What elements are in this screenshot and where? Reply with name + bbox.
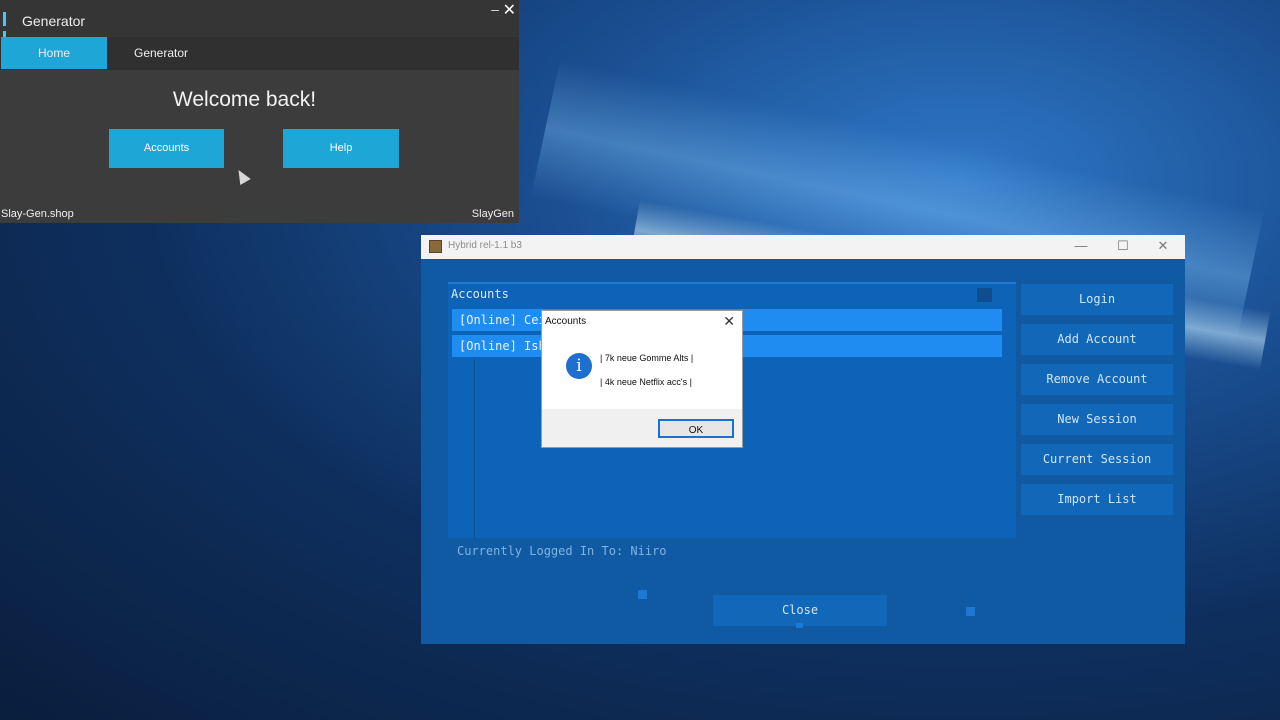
close-button[interactable]: ✕ [503,0,516,20]
dialog-title: Accounts [545,316,587,327]
footer-brand: SlayGen [471,208,514,220]
generator-nav: Home Generator [0,37,519,70]
hybrid-window: Hybrid rel-1.1 b3 — ☐ ✕ Accounts [Online… [421,235,1185,644]
hybrid-window-title: Hybrid rel-1.1 b3 [448,240,522,251]
remove-account-button[interactable]: Remove Account [1021,364,1173,395]
current-session-button[interactable]: Current Session [1021,444,1173,475]
dialog-message-line: | 7k neue Gomme Alts | [600,353,694,363]
footer-site-link[interactable]: Slay-Gen.shop [1,208,74,220]
maximize-button[interactable]: ☐ [1113,238,1133,254]
generator-window-title: Generator [22,13,86,29]
generator-logo-icon [3,12,13,45]
tab-home[interactable]: Home [1,37,107,69]
accounts-button[interactable]: Accounts [109,129,224,168]
close-button[interactable]: ✕ [1153,238,1173,254]
dialog-body: i | 7k neue Gomme Alts | | 4k neue Netfl… [542,333,742,409]
mouse-cursor-icon [233,166,251,186]
minecraft-block-icon [429,240,442,253]
dialog-close-button[interactable]: ✕ [723,313,735,330]
minimize-button[interactable]: — [1071,238,1091,253]
help-button[interactable]: Help [283,129,399,168]
accounts-toggle[interactable] [977,288,992,302]
minimize-button[interactable]: – [491,1,499,17]
new-session-button[interactable]: New Session [1021,404,1173,435]
tab-generator[interactable]: Generator [108,37,214,69]
welcome-heading: Welcome back! [172,88,317,111]
info-icon: i [566,353,592,379]
import-list-button[interactable]: Import List [1021,484,1173,515]
generator-window: Generator – ✕ Home Generator Welcome bac… [0,0,519,223]
status-text: Currently Logged In To: Niiro [457,544,667,558]
decorative-square [966,607,975,616]
dialog-titlebar[interactable]: Accounts ✕ [542,311,742,333]
accounts-dialog: Accounts ✕ i | 7k neue Gomme Alts | | 4k… [541,310,743,448]
ok-button[interactable]: OK [658,419,734,438]
divider [448,282,1016,284]
decorative-square [638,590,647,599]
accounts-header: Accounts [451,287,509,301]
login-button[interactable]: Login [1021,284,1173,315]
generator-titlebar[interactable]: Generator – ✕ [0,0,519,45]
dialog-message-line: | 4k neue Netflix acc's | [600,377,692,387]
close-window-button[interactable]: Close [713,595,887,626]
decorative-square [796,623,803,628]
hybrid-titlebar[interactable]: Hybrid rel-1.1 b3 — ☐ ✕ [421,235,1185,259]
list-gutter [452,359,475,538]
add-account-button[interactable]: Add Account [1021,324,1173,355]
